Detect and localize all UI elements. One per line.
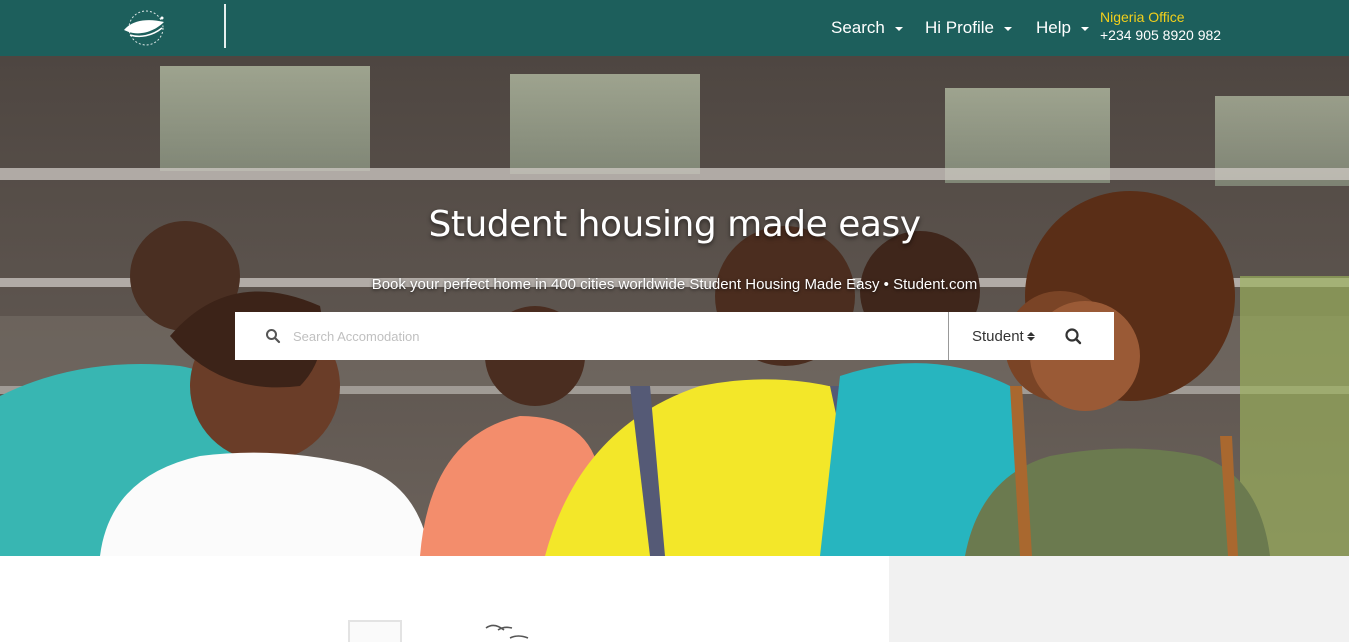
group-of-smiling-students-photo	[0, 56, 1349, 556]
nav-profile-label: Hi Profile	[925, 18, 994, 37]
search-icon	[1065, 328, 1082, 345]
hero-banner: Student housing made easy Book your perf…	[0, 56, 1349, 556]
caret-down-icon	[894, 27, 903, 31]
top-navbar: Search Hi Profile Help Nigeria Office +2…	[0, 0, 1349, 56]
nav-search-dropdown[interactable]: Search	[831, 18, 903, 38]
search-input[interactable]	[293, 320, 933, 352]
nav-help-label: Help	[1036, 18, 1071, 37]
logo-divider	[224, 4, 226, 48]
hero-subtitle: Book your perfect home in 400 cities wor…	[371, 276, 978, 293]
hero-title: Student housing made easy	[428, 204, 921, 245]
sort-updown-icon	[1026, 331, 1035, 341]
caret-down-icon	[1003, 27, 1012, 31]
search-icon	[265, 328, 281, 344]
office-name: Nigeria Office	[1100, 9, 1185, 25]
nav-search-label: Search	[831, 18, 885, 37]
search-submit-button[interactable]	[1063, 326, 1085, 348]
content-right-panel	[889, 556, 1349, 642]
office-contact: Nigeria Office +234 905 8920 982	[1100, 8, 1221, 44]
caret-down-icon	[1080, 27, 1089, 31]
type-select-value: Student	[972, 327, 1024, 345]
office-phone[interactable]: +234 905 8920 982	[1100, 26, 1221, 44]
search-divider	[948, 312, 949, 360]
content-left-panel	[0, 556, 889, 642]
feature-bird-icon	[485, 624, 529, 639]
nav-profile-dropdown[interactable]: Hi Profile	[925, 18, 1012, 38]
nav-help-dropdown[interactable]: Help	[1036, 18, 1089, 38]
accommodation-type-select[interactable]: Student	[972, 326, 1035, 346]
accommodation-search-bar: Student	[235, 312, 1114, 360]
globe-logo-icon[interactable]	[118, 8, 174, 48]
feature-card	[348, 620, 402, 642]
